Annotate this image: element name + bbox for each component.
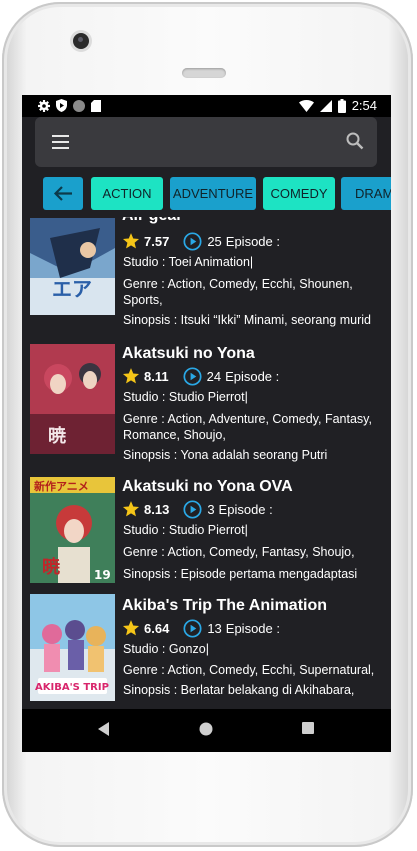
anime-list[interactable]: エア Air gear 7.57 25 Episode : Studio : T… <box>22 217 391 709</box>
anime-studio: Studio : Gonzo| <box>123 642 209 656</box>
svg-text:AKIBA'S TRIP: AKIBA'S TRIP <box>35 682 109 693</box>
anime-synopsis: Sinopsis : Berlatar belakang di Akihabar… <box>123 683 355 697</box>
star-icon <box>122 501 140 517</box>
star-icon <box>122 233 140 249</box>
triangle-back-icon[interactable] <box>98 722 110 736</box>
genre-back-button[interactable] <box>43 177 83 210</box>
episode-label: Episode : <box>225 233 280 249</box>
svg-text:新作アニメ: 新作アニメ <box>34 479 89 493</box>
circle-icon <box>73 99 85 112</box>
anime-meta: 8.13 3 Episode : <box>122 499 273 519</box>
anime-poster: AKIBA'S TRIP <box>30 594 115 701</box>
anime-synopsis: Sinopsis : Yona adalah seorang Putri <box>123 448 328 462</box>
square-recents-icon[interactable] <box>302 722 314 734</box>
anime-poster: エア <box>30 218 115 315</box>
anime-list-item[interactable]: 暁 Akatsuki no Yona 8.11 24 Episode : Stu… <box>22 342 391 467</box>
play-circle-icon <box>183 366 202 386</box>
anime-rating: 6.64 <box>144 620 170 636</box>
battery-icon <box>337 98 346 113</box>
star-icon <box>122 620 140 636</box>
shield-icon <box>56 99 67 112</box>
wifi-icon <box>298 99 314 112</box>
chip-action[interactable]: ACTION <box>91 177 163 210</box>
episode-count: 13 <box>207 620 222 636</box>
play-circle-icon <box>183 499 202 519</box>
anime-meta: 7.57 25 Episode : <box>122 231 280 251</box>
sd-card-icon <box>91 99 101 112</box>
search-icon[interactable] <box>346 132 364 150</box>
status-notification-icons <box>38 99 101 112</box>
earpiece-speaker <box>182 68 226 78</box>
anime-list-item[interactable]: 新作アニメ 暁 19 Akatsuki no Yona OVA 8.13 3 E… <box>22 475 391 587</box>
anime-list-item[interactable]: エア Air gear 7.57 25 Episode : Studio : T… <box>22 217 391 327</box>
episode-label: Episode : <box>225 620 280 636</box>
front-camera <box>73 33 89 49</box>
anime-meta: 6.64 13 Episode : <box>122 618 280 638</box>
search-bar <box>35 117 377 167</box>
anime-rating: 8.13 <box>144 501 170 517</box>
chip-drama[interactable]: DRAMA <box>341 177 391 210</box>
anime-meta: 8.11 24 Episode : <box>122 366 279 386</box>
signal-icon <box>319 99 332 112</box>
svg-text:19: 19 <box>94 568 111 582</box>
anime-title[interactable]: Air gear <box>122 217 182 225</box>
search-input[interactable] <box>83 129 337 157</box>
anime-poster: 暁 <box>30 344 115 454</box>
play-circle-icon <box>183 231 202 251</box>
anime-title[interactable]: Akiba's Trip The Animation <box>122 597 327 615</box>
anime-genre: Genre : Action, Comedy, Ecchi, Supernatu… <box>123 663 375 677</box>
episode-count: 3 <box>207 501 215 517</box>
anime-list-item[interactable]: AKIBA'S TRIP Akiba's Trip The Animation … <box>22 594 391 706</box>
play-circle-icon <box>183 618 202 638</box>
chip-adventure[interactable]: ADVENTURE <box>170 177 256 210</box>
episode-count: 25 <box>207 233 222 249</box>
gear-icon <box>38 99 50 112</box>
star-icon <box>122 368 140 384</box>
anime-rating: 7.57 <box>144 233 170 249</box>
anime-poster: 新作アニメ 暁 19 <box>30 477 115 583</box>
anime-studio: Studio : Toei Animation| <box>123 255 254 269</box>
svg-text:暁: 暁 <box>42 556 60 578</box>
episode-count: 24 <box>206 368 222 384</box>
menu-icon[interactable] <box>52 135 69 149</box>
episode-label: Episode : <box>225 368 280 384</box>
arrow-left-icon <box>53 186 72 201</box>
anime-title[interactable]: Akatsuki no Yona OVA <box>122 478 293 496</box>
anime-rating: 8.11 <box>144 368 169 384</box>
anime-genre: Genre : Action, Comedy, Ecchi, Shounen, … <box>123 277 353 307</box>
circle-home-icon[interactable] <box>199 722 213 736</box>
anime-title[interactable]: Akatsuki no Yona <box>122 345 255 363</box>
anime-synopsis: Sinopsis : Itsuki “Ikki” Minami, seorang… <box>123 313 371 327</box>
anime-genre: Genre : Action, Comedy, Fantasy, Shoujo, <box>123 545 355 559</box>
anime-synopsis: Sinopsis : Episode pertama mengadaptasi <box>123 567 358 581</box>
status-time: 2:54 <box>351 98 377 113</box>
genre-chip-row: ACTION ADVENTURE COMEDY DRAMA <box>43 177 391 210</box>
system-nav-bar <box>22 709 391 752</box>
status-system-icons: 2:54 <box>298 98 377 113</box>
anime-studio: Studio : Studio Pierrot| <box>123 390 248 404</box>
app-screen: 2:54 ACTION ADVENTURE COMEDY DRAMA <box>22 95 391 752</box>
svg-text:エア: エア <box>52 277 92 301</box>
anime-genre: Genre : Action, Adventure, Comedy, Fanta… <box>123 412 372 442</box>
chip-comedy[interactable]: COMEDY <box>263 177 335 210</box>
anime-studio: Studio : Studio Pierrot| <box>123 523 248 537</box>
svg-text:暁: 暁 <box>48 425 66 447</box>
episode-label: Episode : <box>218 501 273 517</box>
status-bar: 2:54 <box>22 95 391 117</box>
